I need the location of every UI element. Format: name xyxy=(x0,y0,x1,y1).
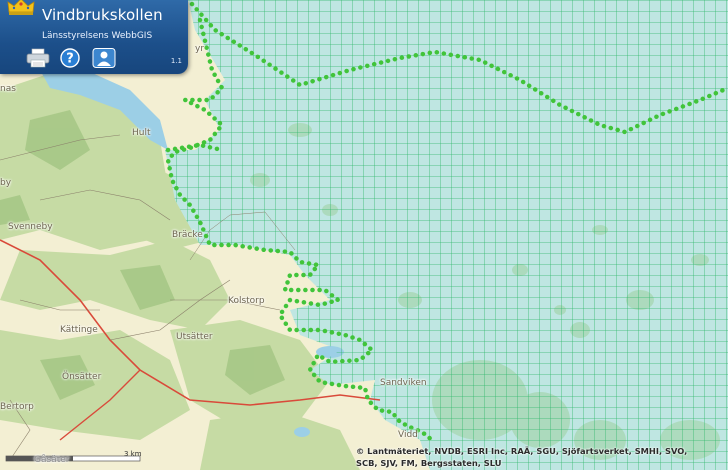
map-attribution: © Lantmäteriet, NVDB, ESRI Inc, RAÄ, SGU… xyxy=(356,445,687,469)
place-label-utsatter: Utsätter xyxy=(176,332,213,342)
help-button[interactable]: ? xyxy=(58,48,82,68)
svg-text:?: ? xyxy=(66,52,74,67)
scale-label: 3 km xyxy=(124,450,142,458)
crown-logo-icon xyxy=(7,0,35,15)
place-label-gasater: Gåsäter xyxy=(34,455,70,465)
attribution-line-1: © Lantmäteriet, NVDB, ESRI Inc, RAÄ, SGU… xyxy=(356,446,688,456)
version-label: 1.1 xyxy=(170,57,182,65)
app-title: Vindbrukskollen xyxy=(42,6,163,24)
place-label-bertorp: Bertorp xyxy=(0,402,34,412)
app-subtitle: Länsstyrelsens WebbGIS xyxy=(42,31,153,41)
place-label-hult: Hult xyxy=(132,128,151,138)
scale-bar xyxy=(5,455,141,462)
app-header-panel: Vindbrukskollen Länsstyrelsens WebbGIS ?… xyxy=(0,0,188,74)
place-label-kolstorp: Kolstorp xyxy=(228,296,265,306)
user-button[interactable] xyxy=(92,48,116,68)
place-label-vidd: Vidd xyxy=(398,430,418,440)
place-label-yr: yr xyxy=(195,44,205,54)
place-label-by: by xyxy=(0,178,12,188)
small-lake-2 xyxy=(294,427,310,437)
place-label-bracke: Bräcke xyxy=(172,230,203,240)
place-label-nas: nas xyxy=(0,84,16,94)
attribution-line-2: SCB, SJV, FM, Bergsstaten, SLU xyxy=(356,458,502,468)
help-icon: ? xyxy=(60,48,80,68)
place-label-sandviken: Sandviken xyxy=(380,378,427,388)
user-icon xyxy=(92,48,116,68)
place-label-kattinge: Kättinge xyxy=(60,325,98,335)
printer-icon xyxy=(26,48,50,68)
place-label-onsatter: Önsätter xyxy=(62,372,102,382)
print-button[interactable] xyxy=(26,48,50,68)
place-label-svenneby: Svenneby xyxy=(8,222,53,232)
